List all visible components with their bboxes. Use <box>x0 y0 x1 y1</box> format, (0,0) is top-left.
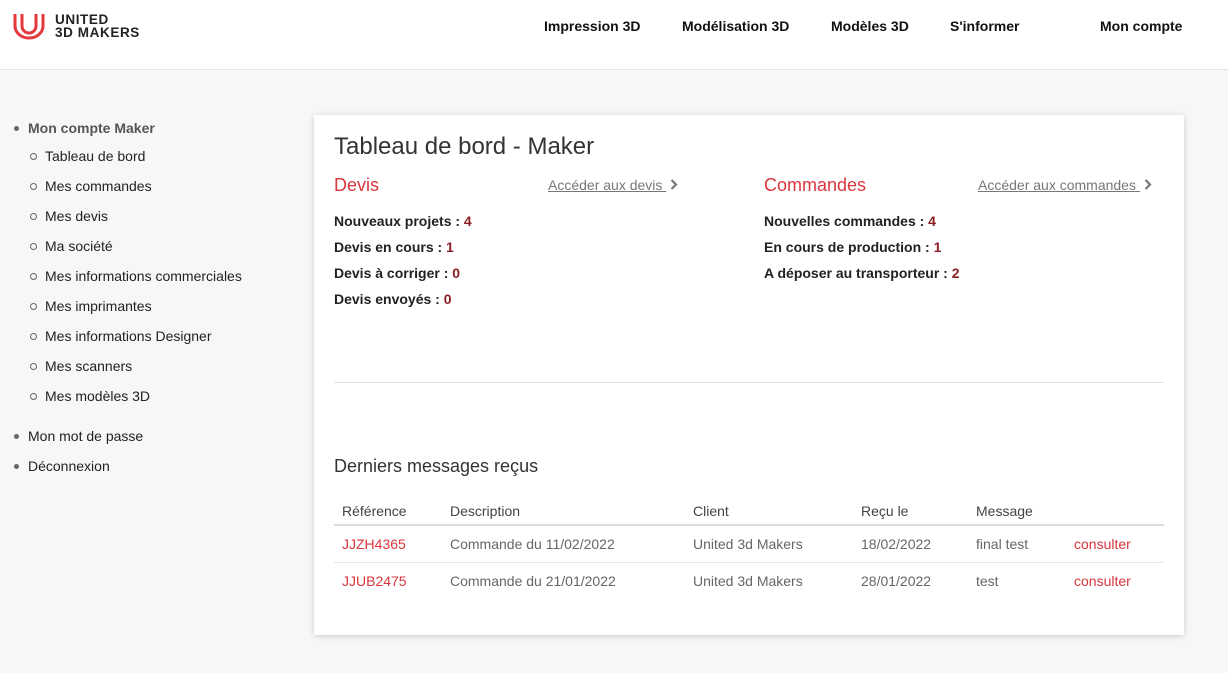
sidebar-item-ma-societe[interactable]: Ma société <box>12 236 302 256</box>
nav-modelisation-3d[interactable]: Modélisation 3D <box>682 18 789 36</box>
devis-link-label: Accéder aux devis <box>548 177 663 193</box>
commandes-link-label: Accéder aux commandes <box>978 177 1136 193</box>
row-consulter-link[interactable]: consulter <box>1074 563 1131 600</box>
row-description: Commande du 11/02/2022 <box>450 536 615 552</box>
stat-label: Devis envoyés : <box>334 291 444 307</box>
commandes-title: Commandes <box>764 175 867 195</box>
table-row: JJUB2475 Commande du 21/01/2022 United 3… <box>334 563 1164 600</box>
nav-mon-compte[interactable]: Mon compte <box>1100 18 1182 36</box>
divider <box>334 382 1164 383</box>
logo-line2: 3D MAKERS <box>55 25 140 40</box>
sidebar-item-mes-scanners[interactable]: Mes scanners <box>12 356 302 376</box>
messages-table: Référence Description Client Reçu le Mes… <box>334 496 1164 600</box>
stat-value: 4 <box>463 213 472 229</box>
row-reference-link[interactable]: JJUB2475 <box>342 563 407 600</box>
sidebar-item-mot-de-passe[interactable]: Mon mot de passe <box>12 426 302 446</box>
devis-stat-a-corriger: Devis à corriger : 0 <box>334 265 460 281</box>
sidebar-item-mes-commandes[interactable]: Mes commandes <box>12 176 302 196</box>
stat-label: A déposer au transporteur : <box>764 265 952 281</box>
row-date: 28/01/2022 <box>861 573 932 589</box>
col-client: Client <box>693 503 729 519</box>
sidebar-item-mes-informations-designer[interactable]: Mes informations Designer <box>12 326 302 346</box>
dashboard-card: Tableau de bord - Maker Devis Accéder au… <box>314 115 1184 635</box>
col-message: Message <box>976 503 1033 519</box>
sidebar-item-tableau-de-bord[interactable]: Tableau de bord <box>12 146 302 166</box>
stat-value: 2 <box>951 265 960 281</box>
row-consulter-link[interactable]: consulter <box>1074 526 1131 563</box>
table-header: Référence Description Client Reçu le Mes… <box>334 496 1164 526</box>
sidebar-item-mes-devis[interactable]: Mes devis <box>12 206 302 226</box>
col-reference: Référence <box>342 503 407 519</box>
col-recu-le: Reçu le <box>861 503 909 519</box>
sidebar-item-mes-informations-commerciales[interactable]: Mes informations commerciales <box>12 266 302 286</box>
stat-value: 0 <box>443 291 452 307</box>
logo-text: UNITED 3D MAKERS <box>55 13 140 40</box>
sidebar-item-mes-modeles-3d[interactable]: Mes modèles 3D <box>12 386 302 406</box>
row-reference-link[interactable]: JJZH4365 <box>342 526 406 563</box>
sidebar-item-mes-imprimantes[interactable]: Mes imprimantes <box>12 296 302 316</box>
row-date: 18/02/2022 <box>861 536 932 552</box>
stat-value: 4 <box>928 213 936 229</box>
nav-modeles-3d[interactable]: Modèles 3D <box>831 18 909 36</box>
nav-impression-3d[interactable]: Impression 3D <box>544 18 640 36</box>
commandes-stat-transporteur: A déposer au transporteur : 2 <box>764 265 960 281</box>
stat-label: Devis en cours : <box>334 239 447 255</box>
table-row: JJZH4365 Commande du 11/02/2022 United 3… <box>334 526 1164 563</box>
chevron-right-icon <box>1144 177 1152 193</box>
row-message: test <box>976 573 999 589</box>
row-client: United 3d Makers <box>693 536 803 552</box>
stat-value: 0 <box>452 265 461 281</box>
commandes-stat-en-production: En cours de production : 1 <box>764 239 941 255</box>
row-description: Commande du 21/01/2022 <box>450 573 616 589</box>
stat-label: En cours de production : <box>764 239 934 255</box>
devis-title: Devis <box>334 175 380 195</box>
messages-title: Derniers messages reçus <box>334 456 539 476</box>
devis-stat-nouveaux-projets: Nouveaux projets : 4 <box>334 213 472 229</box>
stat-value: 1 <box>446 239 454 255</box>
sidebar-item-deconnexion[interactable]: Déconnexion <box>12 456 302 476</box>
devis-stat-envoyes: Devis envoyés : 0 <box>334 291 452 307</box>
col-description: Description <box>450 503 521 519</box>
sidebar-section-mon-compte-maker[interactable]: Mon compte Maker <box>12 118 302 138</box>
commandes-link[interactable]: Accéder aux commandes <box>978 177 1152 193</box>
row-client: United 3d Makers <box>693 573 803 589</box>
row-message: final test <box>976 536 1029 552</box>
stat-label: Devis à corriger : <box>334 265 453 281</box>
nav-sinformer[interactable]: S'informer <box>950 18 1019 36</box>
logo[interactable]: UNITED 3D MAKERS <box>13 12 140 40</box>
logo-u-icon <box>13 14 45 40</box>
devis-stat-en-cours: Devis en cours : 1 <box>334 239 454 255</box>
stat-label: Nouveaux projets : <box>334 213 464 229</box>
top-header: UNITED 3D MAKERS Impression 3D Modélisat… <box>0 0 1228 70</box>
stat-value: 1 <box>933 239 942 255</box>
stat-label: Nouvelles commandes : <box>764 213 929 229</box>
sidebar: Mon compte Maker Tableau de bord Mes com… <box>12 118 302 476</box>
chevron-right-icon <box>670 177 678 193</box>
page-title: Tableau de bord - Maker <box>334 133 595 160</box>
commandes-stat-nouvelles: Nouvelles commandes : 4 <box>764 213 936 229</box>
devis-link[interactable]: Accéder aux devis <box>548 177 678 193</box>
